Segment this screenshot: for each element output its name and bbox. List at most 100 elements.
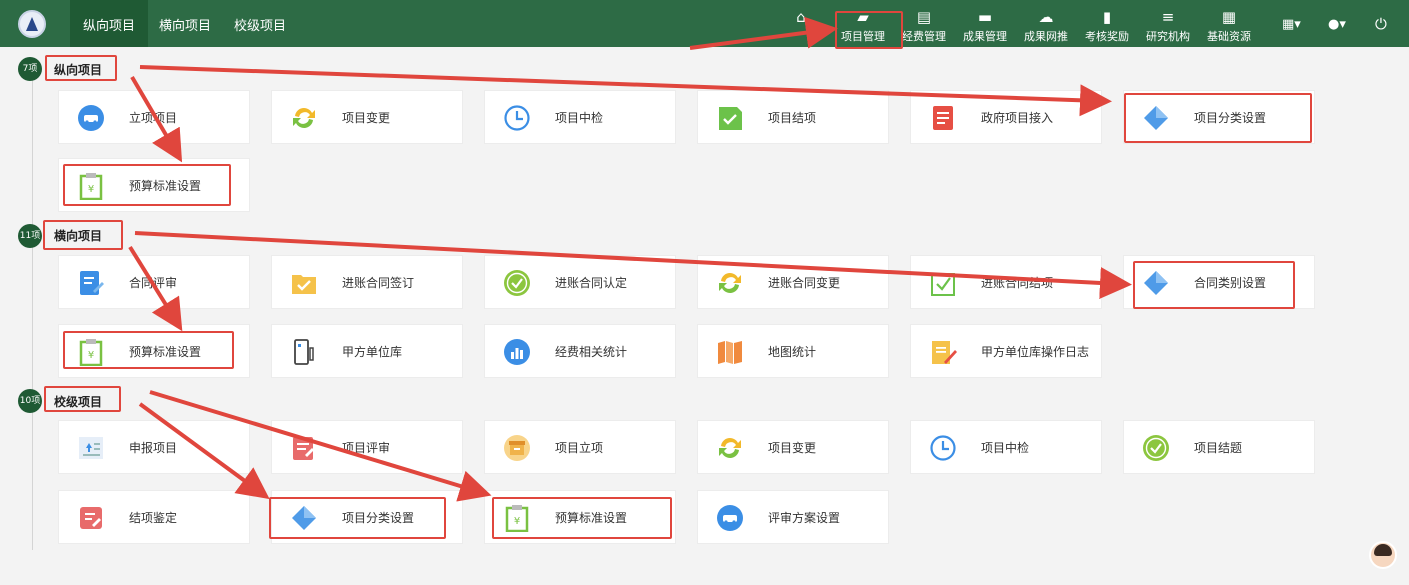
annotation-box (835, 11, 903, 49)
nav-home[interactable]: ⌂ 首页 (771, 8, 831, 44)
home-icon: ⌂ (796, 8, 806, 26)
module-card-label: 经费相关统计 (555, 345, 628, 359)
clock-icon (503, 104, 531, 132)
annotation-box (63, 331, 234, 369)
annotation-box (43, 220, 123, 250)
ledger-icon: ▤ (916, 8, 932, 26)
module-card-label: 项目中检 (555, 111, 604, 125)
module-card-label: 进账合同变更 (768, 276, 841, 290)
check-circle-icon (503, 269, 531, 297)
module-card[interactable]: 项目变更 (271, 90, 463, 144)
car-icon (77, 104, 105, 132)
module-card-label: 地图统计 (768, 345, 817, 359)
module-card[interactable]: 甲方单位库操作日志 (910, 324, 1102, 378)
review-doc-icon (290, 434, 318, 462)
qrcode-icon[interactable]: ▦▾ (1282, 17, 1301, 32)
annotation-box (45, 55, 117, 81)
module-card-label: 政府项目接入 (981, 111, 1054, 125)
module-card-label: 项目变更 (768, 441, 817, 455)
module-card[interactable]: 合同评审 (58, 255, 250, 309)
module-card[interactable]: 项目中检 (910, 420, 1102, 474)
refresh-arrows-icon (716, 269, 744, 297)
refresh-arrows-icon (290, 104, 318, 132)
module-card[interactable]: 结项鉴定 (58, 490, 250, 544)
timeline-line (32, 70, 33, 550)
annotation-box (269, 497, 446, 539)
module-card[interactable]: 进账合同结项 (910, 255, 1102, 309)
check-doc-icon (716, 104, 744, 132)
module-card[interactable]: 项目评审 (271, 420, 463, 474)
edit-square-icon (77, 504, 105, 532)
section-count-badge: 7项 (18, 57, 42, 81)
module-card[interactable]: 进账合同变更 (697, 255, 889, 309)
check-box-icon (929, 269, 957, 297)
module-card[interactable]: 项目变更 (697, 420, 889, 474)
module-card[interactable]: 项目结项 (697, 90, 889, 144)
module-card[interactable]: 项目立项 (484, 420, 676, 474)
grid-icon: ▦ (1221, 8, 1237, 26)
annotation-box (63, 164, 231, 206)
module-card-label: 立项项目 (129, 111, 178, 125)
module-card-label: 进账合同认定 (555, 276, 628, 290)
power-icon[interactable]: ⏻ (1375, 15, 1387, 33)
tab-horizontal-projects[interactable]: 横向项目 (146, 0, 224, 47)
nav-research-institutions[interactable]: ≡ 研究机构 (1138, 8, 1198, 44)
module-card[interactable]: 立项项目 (58, 90, 250, 144)
tab-vertical-projects[interactable]: 纵向项目 (70, 0, 149, 47)
annotation-box (44, 386, 121, 412)
drive-icon: ▬ (977, 8, 993, 26)
cloud-upload-icon: ☁ (1038, 8, 1054, 26)
module-card-label: 合同评审 (129, 276, 178, 290)
check-folder-icon (290, 269, 318, 297)
module-card-label: 项目评审 (342, 441, 391, 455)
module-card[interactable]: 地图统计 (697, 324, 889, 378)
nav-basic-resources[interactable]: ▦ 基础资源 (1199, 8, 1259, 44)
module-card[interactable]: 甲方单位库 (271, 324, 463, 378)
map-icon (716, 338, 744, 366)
clock-icon (929, 434, 957, 462)
section-count-badge: 10项 (18, 389, 42, 413)
archive-icon (503, 434, 531, 462)
edit-doc-icon (77, 269, 105, 297)
upload-list-icon (77, 434, 105, 462)
module-card[interactable]: 政府项目接入 (910, 90, 1102, 144)
module-card-label: 项目中检 (981, 441, 1030, 455)
module-card-label: 甲方单位库操作日志 (981, 345, 1090, 359)
assistant-avatar[interactable] (1369, 541, 1397, 569)
module-card-label: 项目立项 (555, 441, 604, 455)
module-card-label: 项目结题 (1194, 441, 1243, 455)
module-card-label: 进账合同结项 (981, 276, 1054, 290)
university-logo[interactable] (18, 10, 46, 38)
module-card[interactable]: 申报项目 (58, 420, 250, 474)
annotation-box (492, 497, 672, 539)
nav-achievement-management[interactable]: ▬ 成果管理 (955, 8, 1015, 44)
phone-doc-icon (290, 338, 318, 366)
user-icon[interactable]: ●▾ (1328, 17, 1346, 32)
module-card-label: 甲方单位库 (342, 345, 403, 359)
module-card-label: 项目变更 (342, 111, 391, 125)
top-navigation-bar: 纵向项目 横向项目 校级项目 ⌂ 首页 ▰ 项目管理 ▤ 经费管理 ▬ 成果管理… (0, 0, 1409, 47)
module-card[interactable]: 进账合同认定 (484, 255, 676, 309)
refresh-arrows-icon (716, 434, 744, 462)
module-card[interactable]: 评审方案设置 (697, 490, 889, 544)
nav-funding-management[interactable]: ▤ 经费管理 (894, 8, 954, 44)
annotation-box (1133, 261, 1295, 309)
module-card-label: 申报项目 (129, 441, 178, 455)
notepad-icon (929, 338, 957, 366)
gov-doc-icon (929, 104, 957, 132)
module-card-label: 结项鉴定 (129, 511, 178, 525)
annotation-box (1124, 93, 1312, 143)
module-card[interactable]: 进账合同签订 (271, 255, 463, 309)
nav-achievement-push[interactable]: ☁ 成果网推 (1016, 8, 1076, 44)
tab-school-projects[interactable]: 校级项目 (221, 0, 299, 47)
server-icon: ≡ (1161, 8, 1175, 26)
car-icon (716, 504, 744, 532)
module-card-label: 项目结项 (768, 111, 817, 125)
section-count-badge: 11项 (18, 224, 42, 248)
module-card[interactable]: 项目中检 (484, 90, 676, 144)
stats-circle-icon (503, 338, 531, 366)
module-card[interactable]: 经费相关统计 (484, 324, 676, 378)
nav-assessment-rewards[interactable]: ▮ 考核奖励 (1077, 8, 1137, 44)
module-card-label: 评审方案设置 (768, 511, 841, 525)
module-card[interactable]: 项目结题 (1123, 420, 1315, 474)
